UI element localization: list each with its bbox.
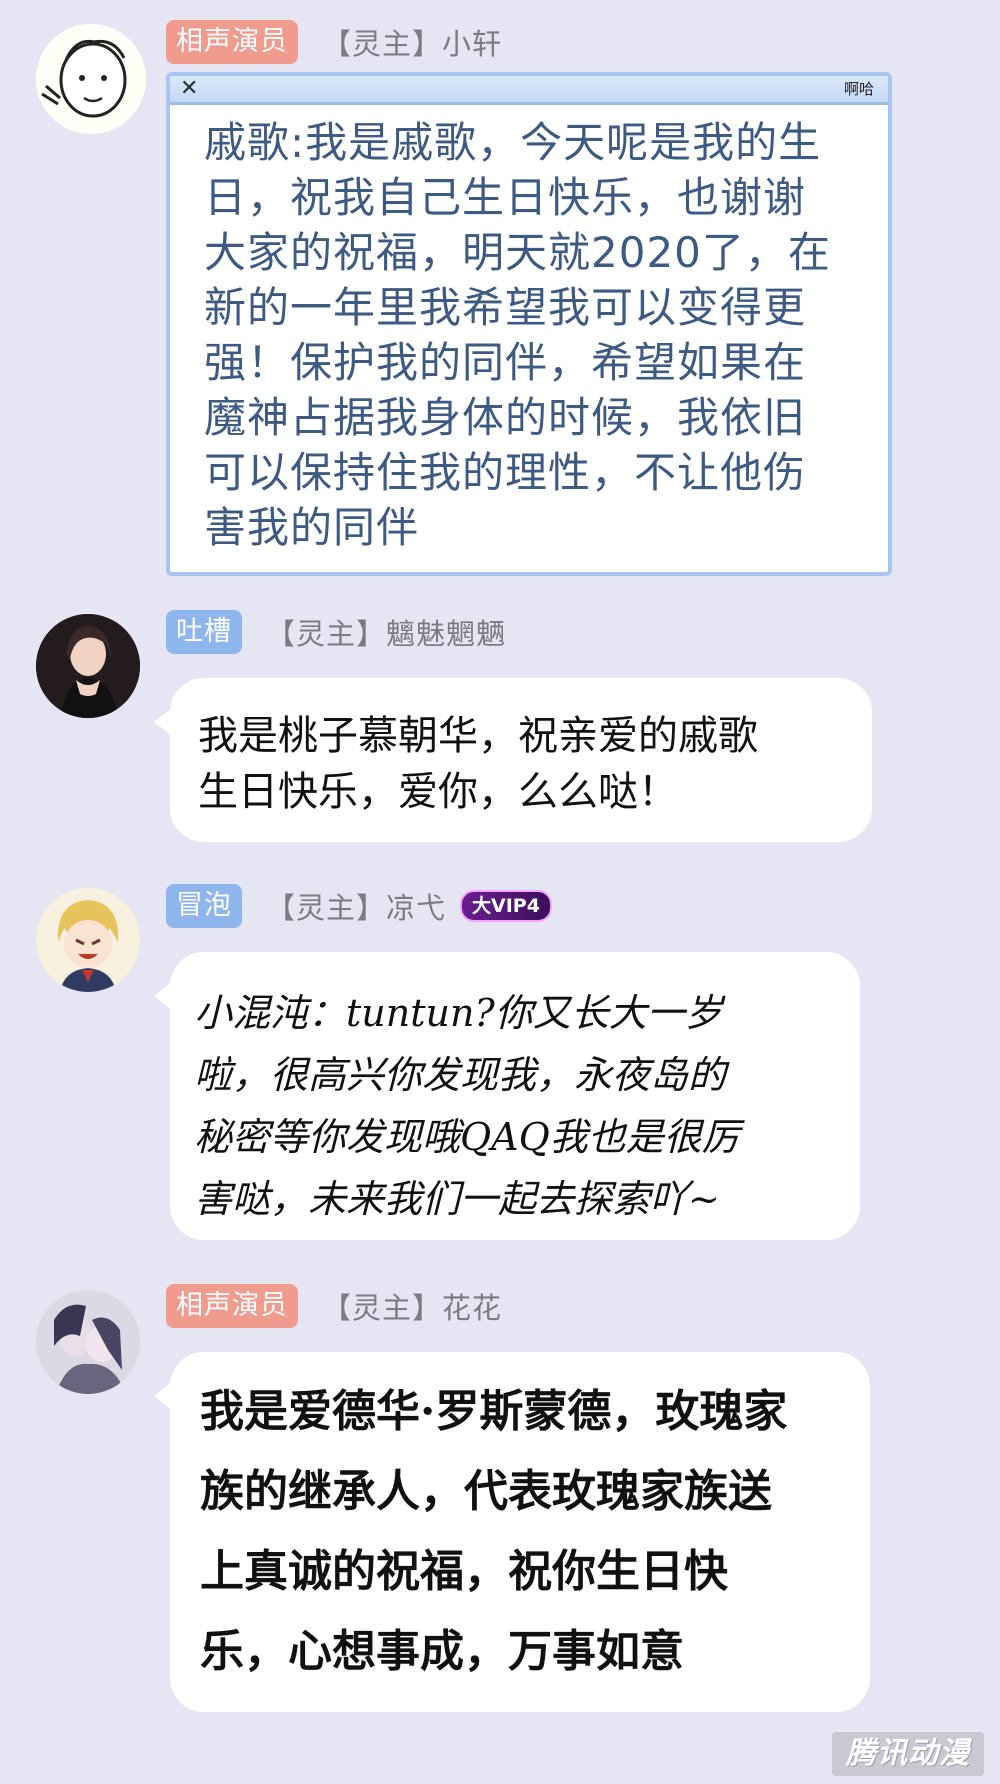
message-text: 小混沌：tuntun?你又长大一岁 啦，很高兴你发现我，永夜岛的 秘密等你发现哦… xyxy=(194,991,740,1221)
user-title-tag: 相声演员 xyxy=(166,20,298,64)
user-title-tag: 相声演员 xyxy=(166,1284,298,1328)
message-text: 我是爱德华·罗斯蒙德，玫瑰家 族的继承人，代表玫瑰家族送 上真诚的祝福，祝你生日… xyxy=(200,1386,788,1677)
character-avatar-icon xyxy=(36,888,140,992)
message-bubble: 小混沌：tuntun?你又长大一岁 啦，很高兴你发现我，永夜岛的 秘密等你发现哦… xyxy=(154,952,860,1240)
avatar[interactable] xyxy=(36,1290,140,1394)
window-title-bar: ✕ 啊哈 xyxy=(170,76,888,105)
message-meta: 冒泡 【灵主】凉弋 大VIP4 xyxy=(166,884,552,928)
avatar[interactable] xyxy=(36,888,140,992)
message-bubble: 我是桃子慕朝华，祝亲爱的戚歌 生日快乐，爱你，么么哒！ xyxy=(154,678,872,842)
character-avatar-icon xyxy=(36,614,140,718)
message-text: 戚歌:我是戚歌，今天呢是我的生 日，祝我自己生日快乐，也谢谢 大家的祝福，明天就… xyxy=(204,118,831,552)
message-meta: 吐槽 【灵主】魑魅魍魉 xyxy=(166,610,506,654)
vip-badge: 大VIP4 xyxy=(460,890,552,922)
avatar[interactable] xyxy=(36,614,140,718)
avatar[interactable] xyxy=(36,24,146,134)
user-title-tag: 冒泡 xyxy=(166,884,242,928)
character-avatar-icon xyxy=(36,1290,140,1394)
username[interactable]: 【灵主】凉弋 xyxy=(266,885,446,927)
message-bubble: 我是爱德华·罗斯蒙德，玫瑰家 族的继承人，代表玫瑰家族送 上真诚的祝福，祝你生日… xyxy=(154,1352,870,1712)
watermark-logo: 腾讯动漫 xyxy=(832,1732,984,1776)
message-meta: 相声演员 【灵主】小轩 xyxy=(166,20,502,64)
message-meta: 相声演员 【灵主】花花 xyxy=(166,1284,502,1328)
window-title: 啊哈 xyxy=(843,80,874,98)
framed-message-bubble: ✕ 啊哈 戚歌:我是戚歌，今天呢是我的生 日，祝我自己生日快乐，也谢谢 大家的祝… xyxy=(166,72,892,576)
username[interactable]: 【灵主】花花 xyxy=(322,1285,502,1327)
cartoon-face-avatar-icon xyxy=(36,24,146,134)
username[interactable]: 【灵主】魑魅魍魉 xyxy=(266,611,506,653)
username[interactable]: 【灵主】小轩 xyxy=(322,21,502,63)
user-title-tag: 吐槽 xyxy=(166,610,242,654)
close-icon: ✕ xyxy=(180,76,199,101)
message-text: 我是桃子慕朝华，祝亲爱的戚歌 生日快乐，爱你，么么哒！ xyxy=(198,713,758,815)
